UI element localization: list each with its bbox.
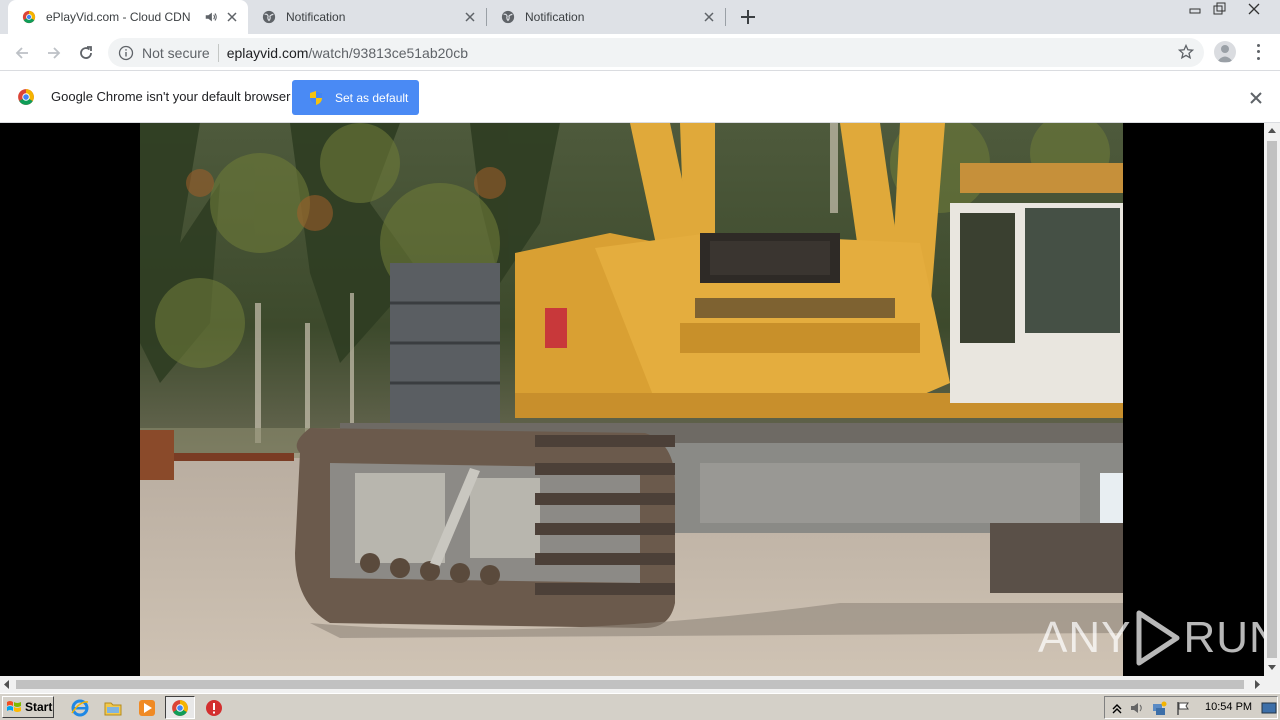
system-tray: 10:54 PM (1104, 696, 1278, 719)
globe-icon (262, 10, 276, 24)
media-player-icon[interactable] (137, 698, 157, 718)
windows-taskbar: Start 10:54 PM (0, 693, 1280, 720)
close-icon (1248, 3, 1260, 15)
info-icon[interactable] (118, 45, 134, 61)
url-path: /watch/93813ce51ab20cb (308, 44, 468, 61)
tab-notification-2[interactable]: Notification (487, 0, 725, 34)
menu-kebab-icon[interactable] (1250, 42, 1266, 62)
vertical-scrollbar[interactable] (1264, 123, 1280, 676)
address-bar[interactable]: Not secure eplayvid.com/watch/93813ce51a… (108, 38, 1204, 67)
tab-strip: ePlayVid.com - Cloud CDN Notification No… (0, 0, 1280, 34)
taskbar-clock[interactable]: 10:54 PM (1205, 701, 1252, 713)
tab-notification-1[interactable]: Notification (248, 0, 486, 34)
network-icon[interactable] (1151, 700, 1167, 716)
show-desktop-icon[interactable] (1261, 700, 1277, 716)
scroll-left-icon[interactable] (4, 680, 10, 689)
play-triangle-icon (1136, 610, 1180, 666)
windows-flag-icon (7, 701, 21, 712)
forward-arrow-icon (48, 47, 61, 59)
browser-toolbar: Not secure eplayvid.com/watch/93813ce51a… (0, 34, 1280, 71)
security-label: Not secure (142, 44, 210, 61)
start-label: Start (25, 700, 53, 714)
stop-icon[interactable] (204, 698, 224, 718)
close-icon[interactable] (701, 9, 717, 25)
volume-icon[interactable] (1129, 700, 1145, 716)
back-button[interactable] (9, 40, 35, 66)
speaker-icon[interactable] (204, 10, 218, 24)
bookmark-star-icon[interactable] (1178, 44, 1194, 60)
tab-title: Notification (286, 10, 346, 24)
minimize-button[interactable] (1184, 1, 1206, 17)
close-icon[interactable] (224, 9, 240, 25)
globe-icon (501, 10, 515, 24)
crane-video-frame (140, 123, 1123, 676)
chrome-icon (172, 699, 188, 716)
horizontal-scrollbar[interactable] (0, 676, 1280, 693)
start-button[interactable]: Start (2, 696, 54, 718)
watermark-left: ANY (1038, 613, 1132, 662)
default-browser-infobar: Google Chrome isn't your default browser… (0, 71, 1280, 123)
scroll-thumb[interactable] (16, 680, 1244, 689)
folder-icon[interactable] (103, 698, 123, 718)
tray-expand-icon[interactable] (1109, 700, 1125, 716)
set-as-default-label: Set as default (335, 90, 409, 105)
anyrun-watermark: ANY RUN (1038, 606, 1280, 670)
chrome-logo-icon (18, 89, 34, 105)
close-infobar-icon[interactable] (1247, 89, 1265, 107)
chrome-logo-icon (22, 10, 36, 24)
forward-button[interactable] (41, 40, 67, 66)
uac-shield-icon (310, 90, 322, 105)
tab-title: Notification (525, 10, 585, 24)
infobar-message: Google Chrome isn't your default browser (51, 89, 291, 104)
back-arrow-icon (15, 47, 28, 59)
scroll-down-icon[interactable] (1268, 665, 1276, 670)
tab-title: ePlayVid.com - Cloud CDN (46, 10, 191, 24)
scroll-up-icon[interactable] (1268, 128, 1276, 133)
video-player[interactable] (140, 123, 1123, 676)
minimize-icon (1189, 8, 1201, 14)
scroll-right-icon[interactable] (1254, 680, 1260, 689)
reload-icon (80, 46, 92, 59)
close-window-button[interactable] (1243, 1, 1265, 17)
scroll-thumb[interactable] (1267, 141, 1277, 658)
tab-eplayvid[interactable]: ePlayVid.com - Cloud CDN (8, 0, 248, 34)
close-icon[interactable] (462, 9, 478, 25)
action-center-flag-icon[interactable] (1175, 700, 1191, 716)
ie-icon[interactable] (70, 698, 90, 718)
omnibox-divider (217, 43, 219, 62)
new-tab-button[interactable] (736, 5, 760, 29)
url-domain: eplayvid.com (226, 44, 309, 61)
profile-avatar-icon[interactable] (1214, 41, 1236, 63)
tab-separator (725, 8, 726, 26)
set-as-default-button[interactable]: Set as default (292, 80, 419, 115)
plus-icon (741, 10, 755, 24)
chrome-taskbar-button[interactable] (165, 696, 195, 719)
restore-button[interactable] (1209, 1, 1231, 17)
reload-button[interactable] (73, 40, 99, 66)
restore-icon (1213, 2, 1226, 15)
page-content (0, 123, 1264, 676)
